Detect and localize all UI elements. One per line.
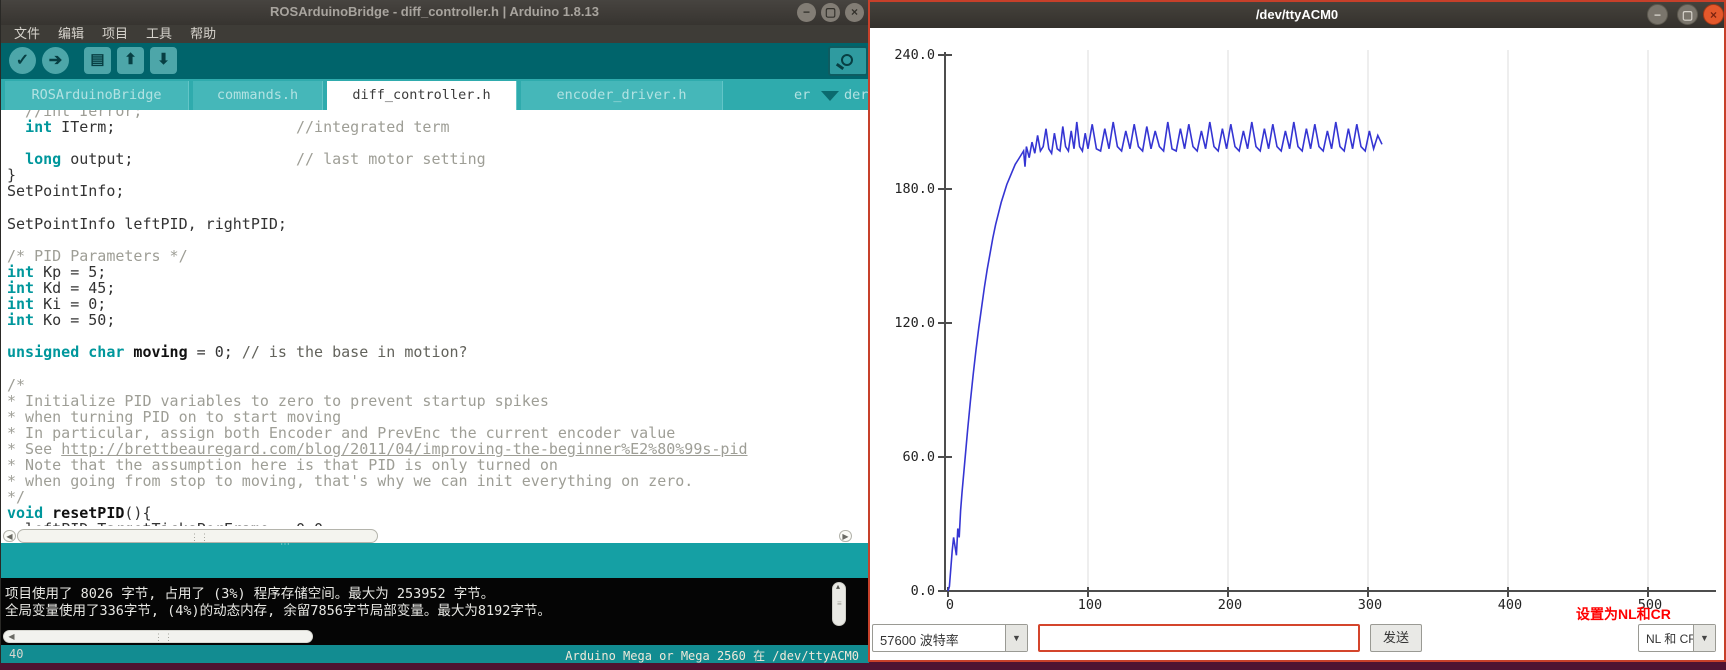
menu-item-4[interactable]: 帮助 xyxy=(181,25,225,43)
x-axis-tick-label: 0 xyxy=(920,597,980,613)
chevron-down-icon[interactable]: ▼ xyxy=(1005,625,1027,651)
tab-overflow-icon[interactable] xyxy=(821,91,839,101)
tab-commands.h[interactable]: commands.h xyxy=(193,81,323,110)
console-horizontal-scrollbar[interactable]: ◀ ⋮⋮ xyxy=(3,630,313,643)
editor-horizontal-scrollbar[interactable]: ◀ ⋮⋮ ▶ xyxy=(3,529,853,543)
line-ending-select[interactable]: NL 和 CR ▼ xyxy=(1638,624,1716,652)
ide-tabbar: er der, ROSArduinoBridgecommands.hdiff_c… xyxy=(1,79,868,110)
build-console: 项目使用了 8026 字节, 占用了 (3%) 程序存储空间。最大为 25395… xyxy=(1,578,869,645)
board-port-status: Arduino Mega or Mega 2560 在 /dev/ttyACM0 xyxy=(565,647,859,664)
code-line xyxy=(7,200,748,216)
menu-item-1[interactable]: 编辑 xyxy=(49,25,93,43)
chevron-down-icon[interactable]: ▼ xyxy=(1693,625,1715,651)
open-button[interactable]: ⬆ xyxy=(117,47,144,74)
code-line xyxy=(7,232,748,248)
code-line xyxy=(7,328,748,344)
close-button[interactable]: × xyxy=(845,3,864,22)
code-line: SetPointInfo leftPID, rightPID; xyxy=(7,216,748,232)
data-series-line xyxy=(948,122,1382,591)
code-line: */ xyxy=(7,489,748,505)
console-vertical-scrollbar[interactable] xyxy=(832,582,846,626)
code-line: void resetPID(){ xyxy=(7,505,748,521)
tab-fragment-left[interactable]: er xyxy=(794,87,810,103)
code-line: unsigned char moving = 0; // is the base… xyxy=(7,344,748,360)
code-line: int Ko = 50; xyxy=(7,312,748,328)
current-line-number: 40 xyxy=(9,647,23,661)
code-line: int Kp = 5; xyxy=(7,264,748,280)
code-line: long output; // last motor setting xyxy=(7,151,748,167)
tab-ROSArduinoBridge[interactable]: ROSArduinoBridge xyxy=(5,81,189,110)
code-line: * Note that the assumption here is that … xyxy=(7,457,748,473)
scroll-left-icon[interactable]: ◀ xyxy=(5,631,18,643)
scroll-grip-icon: ⋮⋮ xyxy=(190,534,198,540)
code-editor[interactable]: //int Ierror; int ITerm; //integrated te… xyxy=(1,110,869,526)
serial-send-input[interactable] xyxy=(1038,624,1360,652)
upload-button[interactable]: ➔ xyxy=(42,47,69,74)
save-button[interactable]: ⬇ xyxy=(150,47,177,74)
arduino-ide-window: ROSArduinoBridge - diff_controller.h | A… xyxy=(0,0,868,663)
line-ending-note: 设置为NL和CR xyxy=(1576,604,1671,624)
code-line: int ITerm; //integrated term xyxy=(7,119,748,135)
code-line: * Initialize PID variables to zero to pr… xyxy=(7,393,748,409)
ide-menubar: 文件编辑项目工具帮助 xyxy=(1,25,868,43)
code-line: int Kd = 45; xyxy=(7,280,748,296)
editor-hscroll-thumb[interactable]: ⋮⋮ xyxy=(17,529,378,543)
x-axis-tick-label: 400 xyxy=(1480,597,1540,613)
menu-item-3[interactable]: 工具 xyxy=(137,25,181,43)
splitter-grip-icon: ⋯ xyxy=(280,539,292,550)
code-line: * when going from stop to moving, that's… xyxy=(7,473,748,489)
x-axis-tick-label: 200 xyxy=(1200,597,1260,613)
editor-console-splitter[interactable]: ⋯ xyxy=(1,543,869,578)
ide-titlebar: ROSArduinoBridge - diff_controller.h | A… xyxy=(1,0,868,25)
code-text: //int Ierror; int ITerm; //integrated te… xyxy=(7,110,748,526)
tab-encoder_driver.h[interactable]: encoder_driver.h xyxy=(521,81,723,110)
code-line: } xyxy=(7,167,748,183)
tab-diff_controller.h[interactable]: diff_controller.h xyxy=(327,81,517,110)
ide-window-title: ROSArduinoBridge - diff_controller.h | A… xyxy=(1,4,868,19)
serial-plotter-window: /dev/ttyACM0 − ▢ × 0.060.0120.0180.0240.… xyxy=(868,0,1726,662)
serial-plot-chart xyxy=(870,2,1724,660)
code-line xyxy=(7,135,748,151)
serial-monitor-button[interactable] xyxy=(828,46,868,76)
y-axis-tick-label: 180.0 xyxy=(875,181,935,197)
console-line: 全局变量使用了336字节, (4%)的动态内存, 余留7856字节局部变量。最大… xyxy=(5,599,551,619)
code-line: SetPointInfo; xyxy=(7,183,748,199)
code-line: int Ki = 0; xyxy=(7,296,748,312)
baud-rate-value: 57600 波特率 xyxy=(880,630,959,649)
code-line: leftPID.TargetTicksPerFrame = 0.0; xyxy=(7,521,748,526)
magnifier-icon xyxy=(841,54,853,66)
code-line: /* PID Parameters */ xyxy=(7,248,748,264)
code-line xyxy=(7,361,748,377)
ide-statusbar: 40 Arduino Mega or Mega 2560 在 /dev/ttyA… xyxy=(1,645,869,663)
y-axis-tick-label: 60.0 xyxy=(875,449,935,465)
x-axis-tick-label: 100 xyxy=(1060,597,1120,613)
y-axis-tick-label: 120.0 xyxy=(875,315,935,331)
verify-button[interactable]: ✓ xyxy=(9,47,36,74)
x-axis-tick-label: 300 xyxy=(1340,597,1400,613)
scroll-right-icon[interactable]: ▶ xyxy=(839,530,852,542)
code-line: * when turning PID on to start moving xyxy=(7,409,748,425)
code-line: * In particular, assign both Encoder and… xyxy=(7,425,748,441)
scroll-left-icon[interactable]: ◀ xyxy=(3,530,16,542)
line-ending-value: NL 和 CR xyxy=(1646,630,1697,647)
ide-toolbar: ✓ ➔ ▤ ⬆ ⬇ xyxy=(1,43,868,79)
scroll-grip-icon: ⋮⋮ xyxy=(154,634,162,640)
menu-item-0[interactable]: 文件 xyxy=(5,25,49,43)
new-sketch-button[interactable]: ▤ xyxy=(84,47,111,74)
send-button[interactable]: 发送 xyxy=(1370,624,1422,652)
y-axis-tick-label: 240.0 xyxy=(875,47,935,63)
code-line: /* xyxy=(7,377,748,393)
baud-rate-select[interactable]: 57600 波特率 ▼ xyxy=(872,624,1028,652)
maximize-button[interactable]: ▢ xyxy=(821,3,840,22)
code-line: * See http://brettbeauregard.com/blog/20… xyxy=(7,441,748,457)
menu-item-2[interactable]: 项目 xyxy=(93,25,137,43)
minimize-button[interactable]: − xyxy=(797,3,816,22)
